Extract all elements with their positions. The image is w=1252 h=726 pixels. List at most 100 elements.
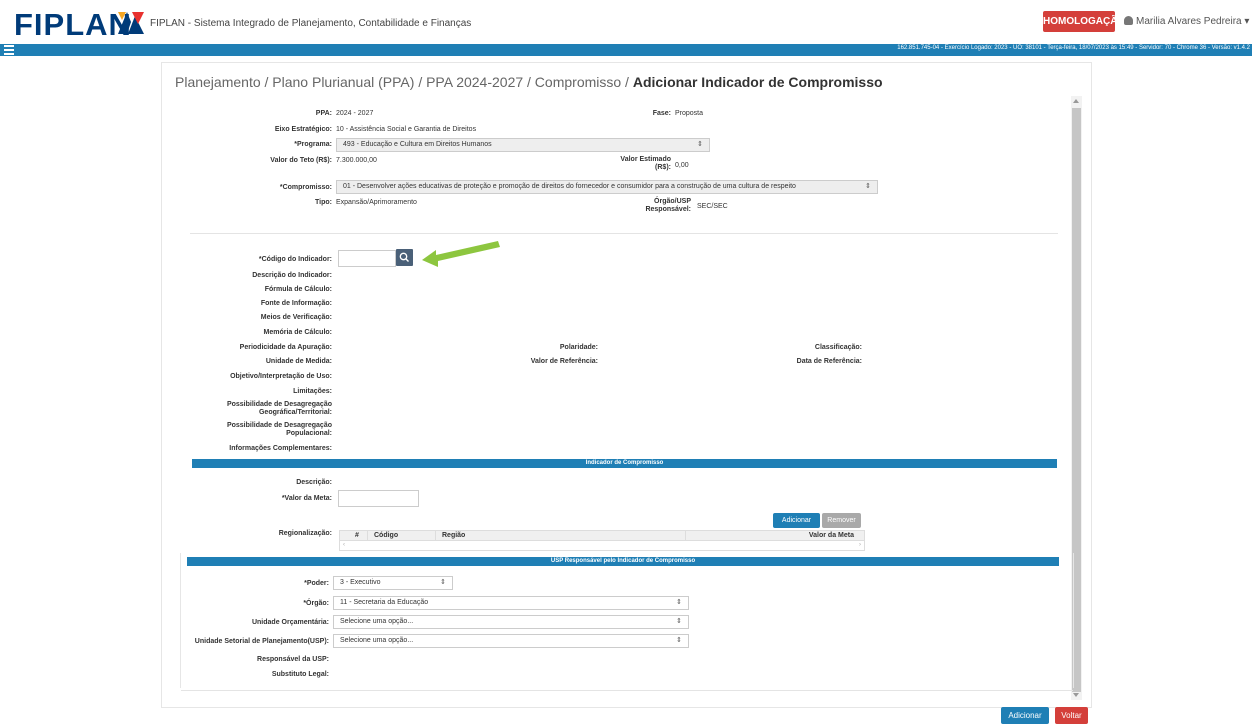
fiplan-logo[interactable]: FIPLAN [14,7,132,43]
page-title: Adicionar Indicador de Compromisso [632,74,883,90]
geo-label-line1: Possibilidade de Desagregação [226,401,332,408]
orgao-usp-label-line1: Órgão/USP [654,198,691,205]
environment-badge: HOMOLOGAÇÃO [1043,11,1125,32]
select-caret-icon: ⇕ [865,183,871,190]
hamburger-menu-icon[interactable] [4,45,14,55]
add-regionalizacao-button[interactable]: Adicionar [773,513,820,528]
user-menu[interactable]: Marilia Alvares Pedreira ▾ [1124,16,1249,27]
voltar-button[interactable]: Voltar [1055,707,1088,724]
unidade-orcamentaria-value: Selecione uma opção... [340,618,414,625]
estimado-label-line1: Valor Estimado [620,156,671,163]
indicador-compromisso-header: Indicador de Compromisso [192,459,1057,468]
poder-select[interactable]: 3 - Executivo ⇕ [333,576,453,590]
estimado-value: 0,00 [675,162,689,169]
informacoes-complementares-label: Informações Complementares: [229,445,332,452]
column-header[interactable]: Valor da Meta [809,532,854,539]
programa-label: *Programa: [294,141,332,148]
tipo-value: Expansão/Aprimoramento [336,199,417,206]
substituto-legal-label: Substituto Legal: [271,671,329,678]
fonte-label: Fonte de Informação: [260,300,332,307]
programa-value: 493 - Educação e Cultura em Direitos Hum… [343,141,492,148]
orgao-label: *Órgão: [303,600,329,607]
logo-mark-icon [118,12,144,34]
codigo-indicador-label: *Código do Indicador: [258,256,332,263]
compromisso-select[interactable]: 01 - Desenvolver ações educativas de pro… [336,180,878,194]
compromisso-label: *Compromisso: [279,184,332,191]
ppa-label: PPA: [315,110,332,117]
select-caret-icon: ⇕ [440,579,446,586]
breadcrumb: Planejamento / Plano Plurianual (PPA) / … [175,74,883,90]
select-caret-icon: ⇕ [697,141,703,148]
teto-value: 7.300.000,00 [336,157,377,164]
regionalizacao-table[interactable]: # Código Região Valor da Meta ‹ › [339,530,865,551]
memoria-label: Memória de Cálculo: [263,329,332,336]
top-header: FIPLAN FIPLAN - Sistema Integrado de Pla… [0,0,1252,44]
programa-select[interactable]: 493 - Educação e Cultura em Direitos Hum… [336,138,710,152]
orgao-value: 11 - Secretaria da Educação [340,599,429,606]
usp-select[interactable]: Selecione uma opção... ⇕ [333,634,689,648]
eixo-label: Eixo Estratégico: [274,126,332,133]
column-header[interactable]: # [355,532,359,539]
orgao-select[interactable]: 11 - Secretaria da Educação ⇕ [333,596,689,610]
desagregacao-populacional-label: Possibilidade de Desagregação Populacion… [227,422,332,438]
responsavel-usp-label: Responsável da USP: [257,656,329,663]
desagregacao-geografica-label: Possibilidade de Desagregação Geográfica… [227,401,332,417]
estimado-label-line2: (R$): [655,164,671,171]
regionalizacao-label: Regionalização: [278,530,332,537]
breadcrumb-path[interactable]: Planejamento / Plano Plurianual (PPA) / … [175,74,633,90]
usp-value: Selecione uma opção... [340,637,414,644]
select-caret-icon: ⇕ [676,637,682,644]
column-header[interactable]: Região [442,532,465,539]
descricao-indicador-label: Descrição do Indicador: [252,272,332,279]
unidade-medida-label: Unidade de Medida: [265,358,332,365]
limitacoes-label: Limitações: [293,388,332,395]
scroll-right-icon[interactable]: › [859,542,861,548]
search-icon [399,252,409,262]
eixo-value: 10 - Assistência Social e Garantia de Di… [336,126,477,133]
table-header: # Código Região Valor da Meta [340,531,864,541]
user-icon [1124,16,1133,25]
geo-label-line2: Geográfica/Territorial: [258,409,332,416]
search-indicator-button[interactable] [396,249,413,266]
compromisso-value: 01 - Desenvolver ações educativas de pro… [343,183,796,190]
scroll-up-icon[interactable] [1073,99,1079,103]
select-caret-icon: ⇕ [676,599,682,606]
unidade-orcamentaria-select[interactable]: Selecione uma opção... ⇕ [333,615,689,629]
usp-section-header: USP Responsável pelo Indicador de Compro… [187,557,1059,566]
highlight-arrow-icon [422,241,500,267]
teto-label: Valor do Teto (R$): [270,157,332,164]
poder-value: 3 - Executivo [340,579,381,586]
ppa-value: 2024 - 2027 [336,110,374,117]
chevron-down-icon: ▾ [1244,16,1250,27]
remove-regionalizacao-button[interactable]: Remover [822,513,861,528]
periodicidade-label: Periodicidade da Apuração: [239,344,332,351]
meios-label: Meios de Verificação: [260,314,332,321]
divider [190,233,1058,234]
system-title: FIPLAN - Sistema Integrado de Planejamen… [150,18,472,29]
polaridade-label: Polaridade: [559,344,598,351]
descricao-label: Descrição: [296,479,332,486]
fase-value: Proposta [675,110,704,117]
valor-meta-label: *Valor da Meta: [281,495,332,502]
valor-referencia-label: Valor de Referência: [530,358,598,365]
scroll-down-icon[interactable] [1073,693,1079,697]
valor-meta-input[interactable] [338,490,419,507]
tipo-label: Tipo: [315,199,332,206]
info-bar: 162.851.745-04 - Exercício Logado: 2023 … [0,44,1252,56]
scroll-left-icon[interactable]: ‹ [343,542,345,548]
objetivo-label: Objetivo/Interpretação de Uso: [230,373,332,380]
classificacao-label: Classificação: [814,344,862,351]
divider [181,690,1073,691]
pop-label-line1: Possibilidade de Desagregação [226,422,332,429]
unidade-orcamentaria-label: Unidade Orçamentária: [251,619,329,626]
select-caret-icon: ⇕ [676,618,682,625]
data-referencia-label: Data de Referência: [796,358,862,365]
user-name: Marilia Alvares Pedreira [1136,16,1242,27]
adicionar-button[interactable]: Adicionar [1001,707,1049,724]
orgao-usp-label-line2: Responsável: [645,206,691,213]
pop-label-line2: Populacional: [286,430,332,437]
column-header[interactable]: Código [374,532,398,539]
poder-label: *Poder: [304,580,329,587]
codigo-indicador-input[interactable] [338,250,396,267]
fase-label: Fase: [652,110,671,117]
